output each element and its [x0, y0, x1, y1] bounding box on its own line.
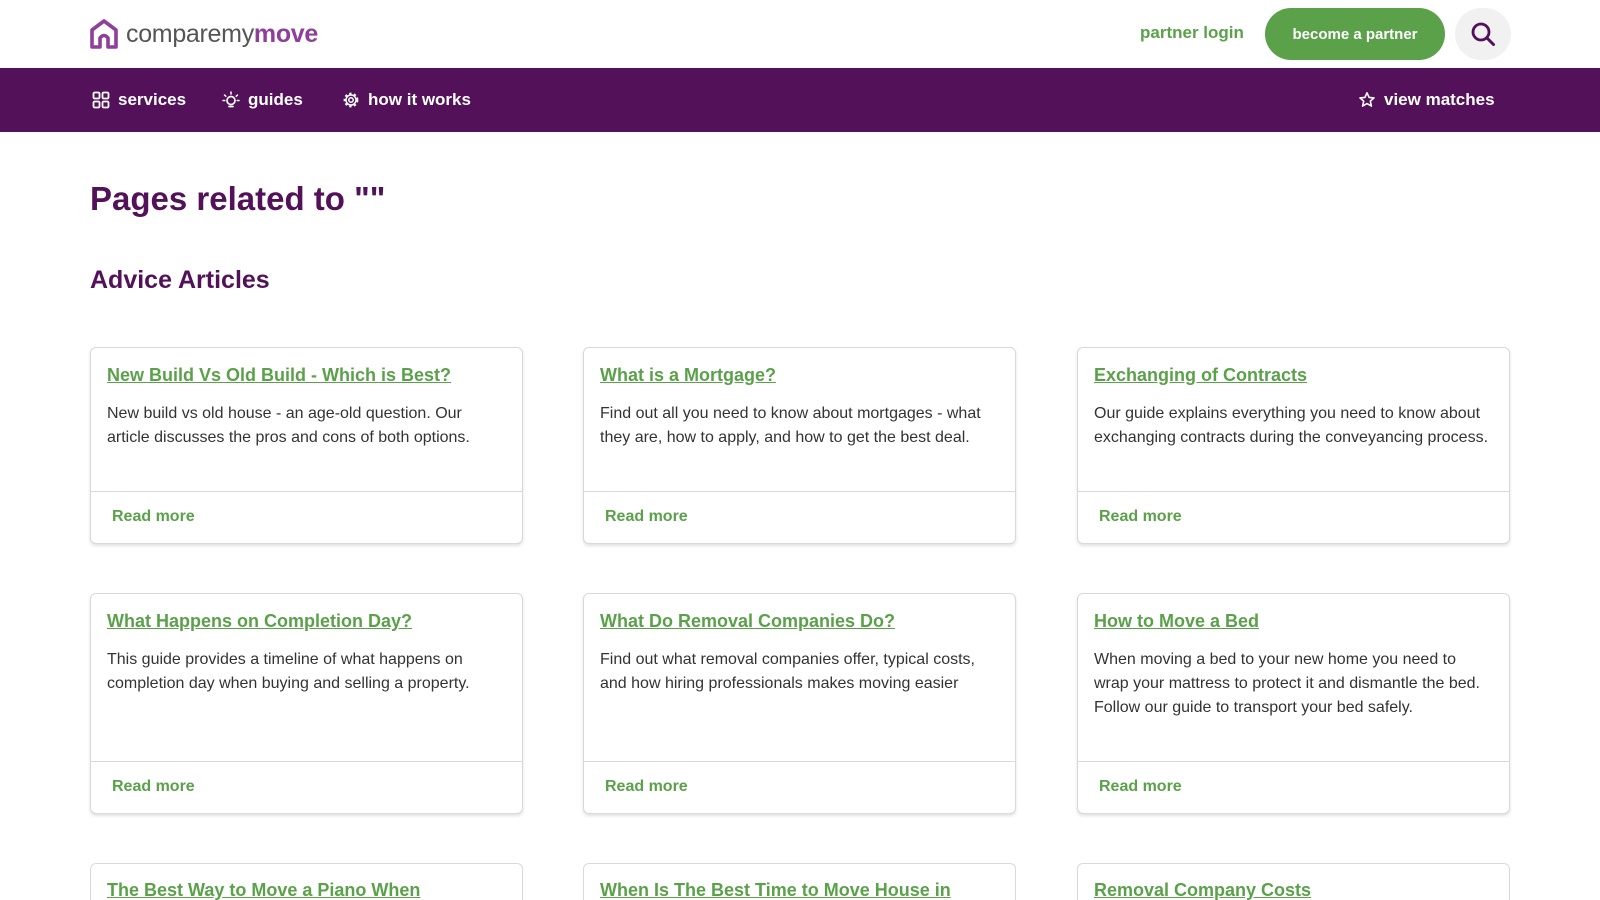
- article-card-footer: Read more: [91, 761, 522, 813]
- article-title[interactable]: New Build Vs Old Build - Which is Best?: [107, 364, 510, 386]
- article-card: New Build Vs Old Build - Which is Best? …: [90, 347, 523, 544]
- article-description: This guide provides a timeline of what h…: [107, 651, 470, 692]
- nav-item-view-matches[interactable]: view matches: [1358, 68, 1495, 132]
- article-card-footer: Read more: [91, 491, 522, 543]
- top-header: comparemymove partner login become a par…: [0, 0, 1600, 68]
- become-partner-button[interactable]: become a partner: [1265, 8, 1445, 60]
- partner-login-link[interactable]: partner login: [1140, 22, 1244, 44]
- article-title[interactable]: The Best Way to Move a Piano When: [107, 879, 510, 900]
- article-card-footer: Read more: [584, 761, 1015, 813]
- article-description: When moving a bed to your new home you n…: [1094, 651, 1480, 716]
- section-title: Advice Articles: [90, 266, 270, 294]
- article-card-footer: Read more: [1078, 491, 1509, 543]
- article-description: New build vs old house - an age-old ques…: [107, 405, 470, 446]
- article-title[interactable]: When Is The Best Time to Move House in: [600, 879, 1003, 900]
- logo-text: comparemymove: [126, 18, 318, 50]
- article-card: When Is The Best Time to Move House in: [583, 863, 1016, 900]
- article-description: Find out what removal companies offer, t…: [600, 651, 975, 692]
- nav-label-services: services: [118, 90, 187, 109]
- article-card-footer: Read more: [1078, 761, 1509, 813]
- read-more-link[interactable]: Read more: [112, 776, 195, 798]
- article-title[interactable]: What Do Removal Companies Do?: [600, 610, 1003, 632]
- read-more-link[interactable]: Read more: [1099, 776, 1182, 798]
- nav-item-guides[interactable]: guides: [222, 68, 303, 132]
- article-card: What Happens on Completion Day? This gui…: [90, 593, 523, 814]
- search-icon: [1471, 22, 1495, 46]
- article-title[interactable]: What is a Mortgage?: [600, 364, 1003, 386]
- nav-label-how-it-works: how it works: [368, 90, 471, 109]
- logo-text-part2: move: [253, 20, 319, 48]
- main-nav: services guides how it works view matche…: [0, 68, 1600, 132]
- house-logo-icon: [90, 19, 118, 49]
- read-more-link[interactable]: Read more: [605, 506, 688, 528]
- search-button[interactable]: [1455, 8, 1511, 60]
- article-card: The Best Way to Move a Piano When: [90, 863, 523, 900]
- nav-label-view-matches: view matches: [1384, 90, 1495, 109]
- nav-item-how-it-works[interactable]: how it works: [342, 68, 471, 132]
- article-title[interactable]: Removal Company Costs: [1094, 879, 1497, 900]
- nav-label-guides: guides: [248, 90, 303, 109]
- read-more-link[interactable]: Read more: [1099, 506, 1182, 528]
- logo-link[interactable]: comparemymove: [90, 18, 318, 50]
- article-card: What is a Mortgage? Find out all you nee…: [583, 347, 1016, 544]
- read-more-link[interactable]: Read more: [605, 776, 688, 798]
- grid-icon: [92, 91, 110, 109]
- article-card-footer: Read more: [584, 491, 1015, 543]
- lightbulb-icon: [222, 91, 240, 108]
- article-card: Exchanging of Contracts Our guide explai…: [1077, 347, 1510, 544]
- logo-text-part1: comparemy: [126, 20, 254, 48]
- article-title[interactable]: How to Move a Bed: [1094, 610, 1497, 632]
- gear-icon: [343, 92, 359, 108]
- star-icon: [1359, 92, 1375, 107]
- article-card: Removal Company Costs: [1077, 863, 1510, 900]
- nav-item-services[interactable]: services: [92, 68, 186, 132]
- article-title[interactable]: Exchanging of Contracts: [1094, 364, 1497, 386]
- article-title[interactable]: What Happens on Completion Day?: [107, 610, 510, 632]
- article-description: Our guide explains everything you need t…: [1094, 405, 1489, 446]
- article-description: Find out all you need to know about mort…: [600, 405, 981, 446]
- page-title: Pages related to "": [90, 180, 386, 217]
- article-card: How to Move a Bed When moving a bed to y…: [1077, 593, 1510, 814]
- read-more-link[interactable]: Read more: [112, 506, 195, 528]
- article-card: What Do Removal Companies Do? Find out w…: [583, 593, 1016, 814]
